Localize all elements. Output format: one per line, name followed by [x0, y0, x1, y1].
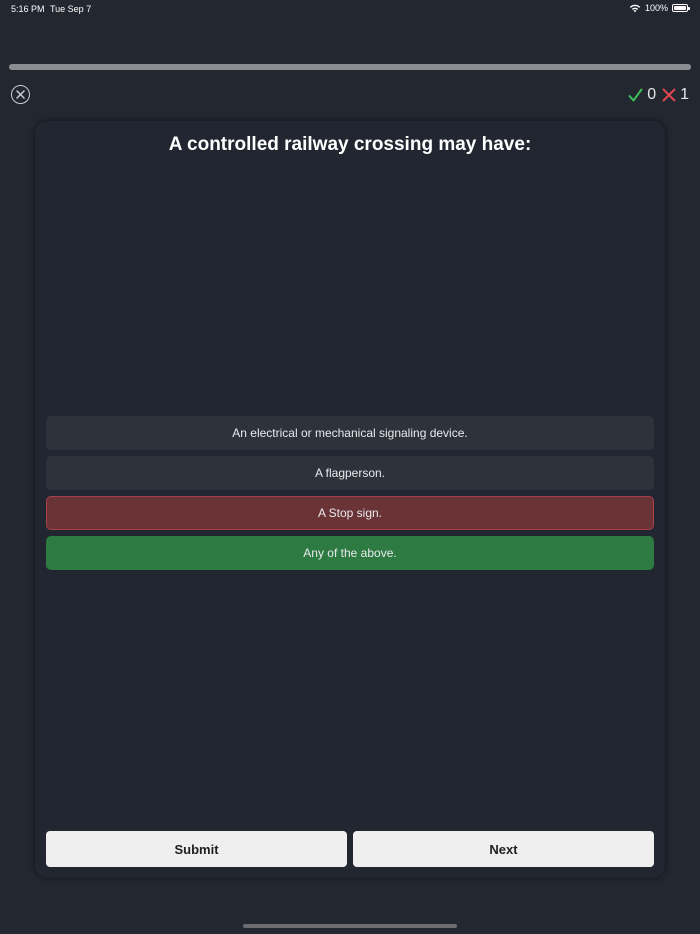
answer-label: A Stop sign.: [317, 506, 383, 520]
cross-icon: [662, 88, 676, 102]
answer-option-2[interactable]: A flagperson.: [46, 456, 654, 490]
answer-label: An electrical or mechanical signaling de…: [232, 426, 468, 440]
answer-label: Any of the above.: [303, 546, 397, 560]
question-text: A controlled railway crossing may have:: [168, 134, 532, 155]
progress-bar: [9, 64, 691, 70]
submit-label: Submit: [174, 841, 219, 857]
question-card: A controlled railway crossing may have: …: [35, 121, 665, 878]
close-icon: [16, 90, 25, 99]
submit-button[interactable]: Submit: [46, 831, 347, 867]
score-counter: 0 1: [628, 86, 689, 104]
wifi-icon: [629, 3, 641, 13]
checkmark-icon: [628, 88, 643, 103]
status-date: Tue Sep 7: [50, 4, 92, 14]
correct-count: 0: [647, 86, 657, 103]
answer-label: A flagperson.: [314, 466, 386, 480]
status-bar: 5:16 PM Tue Sep 7 100%: [0, 0, 700, 18]
answer-option-3[interactable]: A Stop sign.: [46, 496, 654, 530]
home-indicator[interactable]: [243, 924, 457, 928]
incorrect-count: 1: [680, 86, 689, 103]
close-button[interactable]: [11, 85, 30, 104]
next-label: Next: [489, 841, 518, 857]
battery-percent: 100%: [644, 3, 668, 13]
answer-option-1[interactable]: An electrical or mechanical signaling de…: [46, 416, 654, 450]
battery-icon: [672, 4, 690, 12]
progress-fill: [9, 64, 691, 70]
answer-option-4[interactable]: Any of the above.: [46, 536, 654, 570]
status-indicators: 100%: [629, 3, 690, 13]
status-time: 5:16 PM: [11, 4, 45, 14]
next-button[interactable]: Next: [353, 831, 654, 867]
